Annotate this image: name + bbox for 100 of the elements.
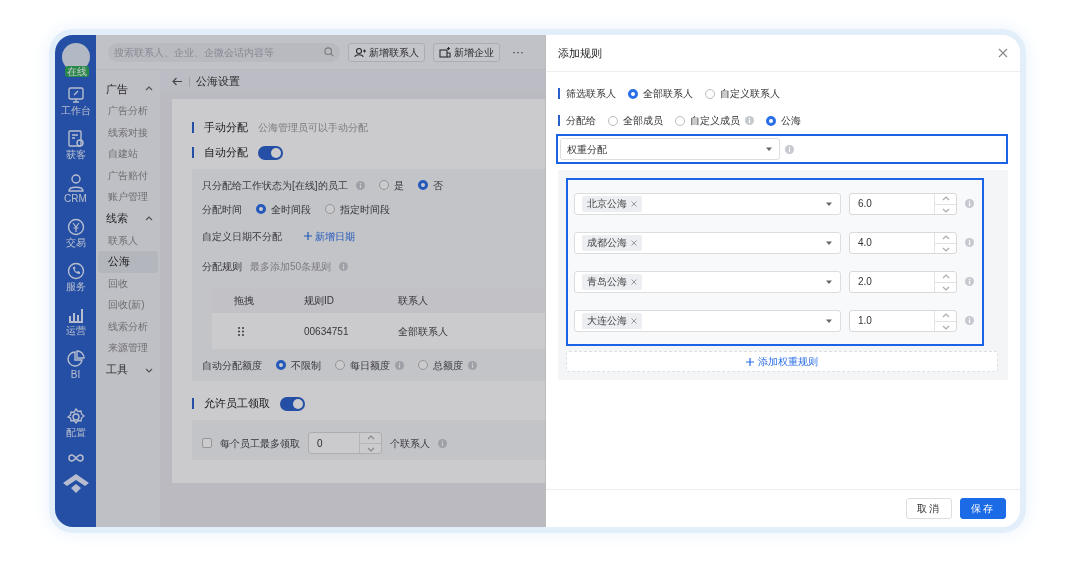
number-field[interactable]: 0 xyxy=(308,432,382,454)
drawer-title: 添加规则 xyxy=(558,45,602,61)
radio-button[interactable] xyxy=(705,88,715,99)
number-field[interactable]: 4.0 xyxy=(849,231,957,254)
page-title: 公海设置 xyxy=(196,74,240,90)
radio-label[interactable]: 否 xyxy=(432,177,443,193)
tag-label: 成都公海 xyxy=(587,236,627,250)
number-field[interactable]: 6.0 xyxy=(849,192,957,215)
field-label: 只分配给工作状态为[在线]的员工 xyxy=(202,178,348,193)
radio-label[interactable]: 公海 xyxy=(781,113,801,128)
field-label: 个联系人 xyxy=(390,436,430,451)
nav-label[interactable]: BI xyxy=(70,369,81,381)
section-title: 手动分配 xyxy=(204,120,248,136)
remove-icon[interactable] xyxy=(631,278,637,285)
nav-label[interactable]: 服务 xyxy=(65,281,86,293)
infinity-icon[interactable] xyxy=(67,453,84,463)
checkbox[interactable] xyxy=(202,438,212,448)
add-rule-button[interactable]: 添加权重规则 xyxy=(566,351,998,372)
radio-button[interactable] xyxy=(325,204,335,214)
number-input[interactable]: 6.0 xyxy=(850,193,934,214)
radio-label[interactable]: 总额度 xyxy=(433,357,463,373)
number-input[interactable]: 0 xyxy=(309,433,359,453)
select-field[interactable]: 北京公海 xyxy=(574,192,841,215)
toolbar-button[interactable]: 新增联系人 xyxy=(348,42,425,62)
radio-label[interactable]: 每日额度 xyxy=(350,357,390,373)
radio-button[interactable] xyxy=(766,115,776,126)
nav-label[interactable]: CRM xyxy=(64,193,87,205)
radio-button[interactable] xyxy=(335,360,345,370)
radio-button[interactable] xyxy=(276,360,286,370)
nav-label[interactable]: 运营 xyxy=(65,325,86,337)
close-icon[interactable] xyxy=(998,48,1008,58)
radio-button[interactable] xyxy=(608,115,618,126)
field-hint: 最多添加50条规则 xyxy=(250,259,332,274)
table-cell-text: 00634751 xyxy=(303,324,350,339)
radio-label[interactable]: 自定义成员 xyxy=(690,113,740,128)
select-field[interactable]: 成都公海 xyxy=(574,231,841,254)
info-icon xyxy=(438,438,447,448)
cancel-button[interactable]: 取消 xyxy=(906,498,952,519)
radio-button[interactable] xyxy=(418,360,428,370)
radio-label[interactable]: 指定时间段 xyxy=(340,201,390,217)
info-icon xyxy=(965,199,974,208)
field-label: 自动分配额度 xyxy=(202,358,262,373)
radio-button[interactable] xyxy=(417,180,428,190)
number-field[interactable]: 1.0 xyxy=(849,309,957,332)
number-input[interactable]: 1.0 xyxy=(850,310,934,331)
remove-icon[interactable] xyxy=(631,239,637,246)
number-field[interactable]: 2.0 xyxy=(849,270,957,293)
radio-label[interactable]: 是 xyxy=(393,177,404,193)
nav-group-title[interactable]: 广告 xyxy=(106,80,128,98)
nav-item[interactable]: 公海 xyxy=(98,251,158,273)
nav-group-title[interactable]: 线索 xyxy=(106,210,128,227)
column-header: 联系人 xyxy=(397,293,429,308)
plus-icon xyxy=(746,357,754,366)
nav-label[interactable]: 获客 xyxy=(65,149,86,161)
radio-label[interactable]: 全时间段 xyxy=(271,201,311,217)
remove-icon[interactable] xyxy=(631,200,637,207)
desk-icon[interactable] xyxy=(65,85,86,105)
phone-icon[interactable] xyxy=(65,261,86,281)
nav-group-title[interactable]: 工具 xyxy=(106,361,128,378)
radio-label[interactable]: 不限制 xyxy=(291,357,321,373)
radio-button[interactable] xyxy=(256,204,266,214)
nav-label[interactable]: 工作台 xyxy=(60,105,91,117)
radio-label[interactable]: 自定义联系人 xyxy=(720,86,780,101)
tag-label: 北京公海 xyxy=(587,197,627,211)
save-button[interactable]: 保存 xyxy=(960,498,1006,519)
nav-label[interactable]: 交易 xyxy=(65,237,86,249)
drag-handle-icon[interactable] xyxy=(238,327,244,337)
radio-label[interactable]: 全部联系人 xyxy=(643,86,693,101)
select-field[interactable]: 青岛公海 xyxy=(574,270,841,293)
section-title: 允许员工领取 xyxy=(204,396,270,412)
toolbar-button[interactable]: 新增企业 xyxy=(433,42,500,62)
more-button[interactable]: ··· xyxy=(512,43,524,61)
radio-button[interactable] xyxy=(628,88,638,99)
toggle-switch[interactable] xyxy=(258,145,283,160)
add-date-link[interactable]: 新增日期 xyxy=(314,228,355,244)
field-label: 筛选联系人 xyxy=(566,87,616,101)
column-header: 规则ID xyxy=(303,293,335,308)
field-label: 分配规则 xyxy=(202,259,242,274)
number-input[interactable]: 2.0 xyxy=(850,271,934,292)
remove-icon[interactable] xyxy=(631,317,637,324)
search-icon xyxy=(324,47,334,57)
radio-button[interactable] xyxy=(378,180,389,190)
toggle-switch[interactable] xyxy=(280,396,305,411)
field-label: 分配给 xyxy=(566,114,596,128)
acquire-icon[interactable] xyxy=(65,129,86,149)
person-plus-icon xyxy=(354,46,366,58)
select-field[interactable]: 大连公海 xyxy=(574,309,841,332)
info-icon xyxy=(785,144,794,154)
radio-button[interactable] xyxy=(675,115,685,126)
person-icon[interactable] xyxy=(65,173,86,193)
column-header: 拖拽 xyxy=(233,293,255,308)
select-field[interactable]: 权重分配 xyxy=(560,138,780,160)
number-input[interactable]: 4.0 xyxy=(850,232,934,253)
section-title: 自动分配 xyxy=(204,145,248,161)
caret-icon[interactable] xyxy=(765,145,773,153)
back-arrow-icon[interactable] xyxy=(172,77,183,86)
pie-icon[interactable] xyxy=(65,349,86,369)
radio-label[interactable]: 全部成员 xyxy=(623,113,663,128)
nav-label[interactable]: 配置 xyxy=(65,427,86,439)
money-icon[interactable] xyxy=(65,217,86,237)
